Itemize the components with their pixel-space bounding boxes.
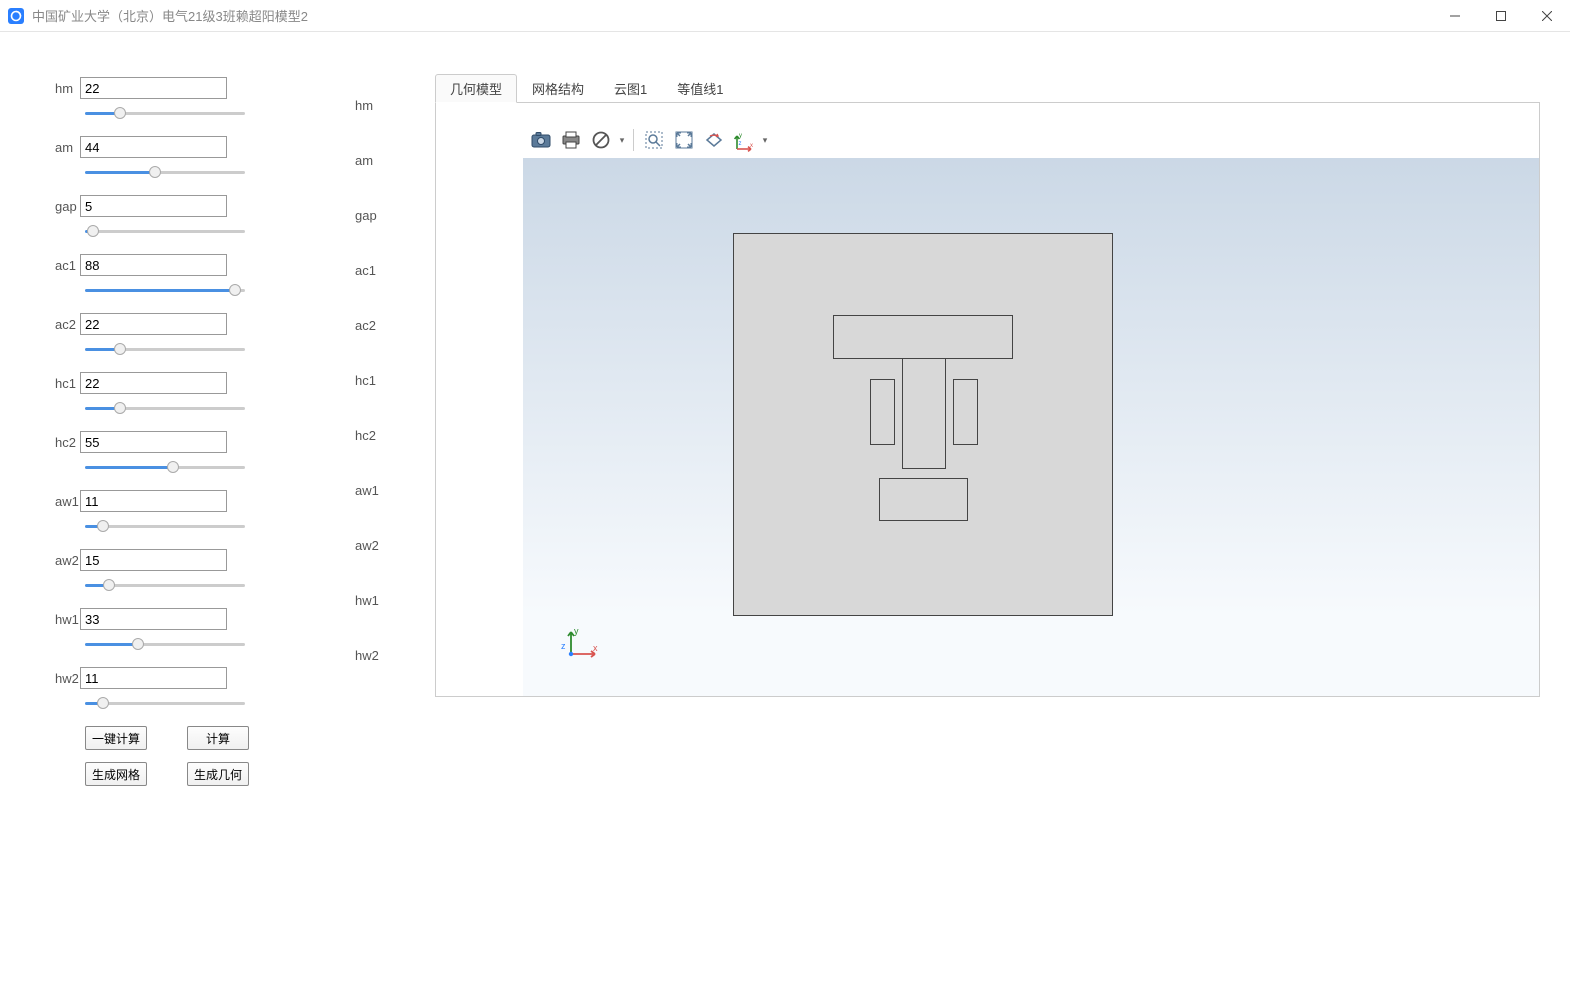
viewer-frame: ▾ y z x bbox=[435, 102, 1540, 697]
param-slider-am[interactable] bbox=[85, 163, 245, 181]
param-slider-hc2[interactable] bbox=[85, 458, 245, 476]
tab-0[interactable]: 几何模型 bbox=[435, 74, 517, 103]
param-input-aw2[interactable] bbox=[80, 549, 227, 571]
param-row-aw2: aw2 bbox=[85, 549, 335, 571]
dropdown-arrow-icon[interactable]: ▾ bbox=[617, 135, 627, 146]
viewer-toolbar: ▾ y z x bbox=[521, 123, 1539, 157]
param-label-hc1: hc1 bbox=[55, 376, 80, 391]
param-label-gap: gap bbox=[55, 199, 80, 214]
close-button[interactable] bbox=[1524, 0, 1570, 32]
svg-text:x: x bbox=[593, 643, 598, 653]
param-slider-hw1[interactable] bbox=[85, 635, 245, 653]
axis-triad-icon: y x z bbox=[561, 624, 601, 664]
param-slider-ac2[interactable] bbox=[85, 340, 245, 358]
param-slider-hc1[interactable] bbox=[85, 399, 245, 417]
label-column: hmamgapac1ac2hc1hc2aw1aw2hw1hw2 bbox=[355, 32, 435, 1007]
fit-view-icon[interactable] bbox=[670, 126, 698, 154]
param-row-hm: hm bbox=[85, 77, 335, 99]
param-readout-label-ac1: ac1 bbox=[355, 242, 435, 297]
param-readout-label-hw1: hw1 bbox=[355, 572, 435, 627]
one-key-calc-button[interactable]: 一键计算 bbox=[85, 726, 147, 750]
param-row-ac2: ac2 bbox=[85, 313, 335, 335]
calc-button[interactable]: 计算 bbox=[187, 726, 249, 750]
camera-icon[interactable] bbox=[527, 126, 555, 154]
disable-icon[interactable] bbox=[587, 126, 615, 154]
tabs: 几何模型网格结构云图1等值线1 bbox=[435, 77, 1540, 103]
minimize-button[interactable] bbox=[1432, 0, 1478, 32]
param-readout-label-hc2: hc2 bbox=[355, 407, 435, 462]
param-label-aw1: aw1 bbox=[55, 494, 80, 509]
zoom-area-icon[interactable] bbox=[640, 126, 668, 154]
maximize-button[interactable] bbox=[1478, 0, 1524, 32]
param-label-hw2: hw2 bbox=[55, 671, 80, 686]
outer-boundary bbox=[733, 233, 1113, 616]
param-input-hm[interactable] bbox=[80, 77, 227, 99]
parameter-panel: hmamgapac1ac2hc1hc2aw1aw2hw1hw2 一键计算 计算 … bbox=[0, 32, 355, 1007]
param-row-am: am bbox=[85, 136, 335, 158]
window-title: 中国矿业大学（北京）电气21级3班赖超阳模型2 bbox=[32, 6, 1432, 25]
gen-geom-button[interactable]: 生成几何 bbox=[187, 762, 249, 786]
param-slider-aw2[interactable] bbox=[85, 576, 245, 594]
param-input-gap[interactable] bbox=[80, 195, 227, 217]
param-slider-ac1[interactable] bbox=[85, 281, 245, 299]
param-row-hw2: hw2 bbox=[85, 667, 335, 689]
param-readout-label-gap: gap bbox=[355, 187, 435, 242]
gen-mesh-button[interactable]: 生成网格 bbox=[85, 762, 147, 786]
param-input-ac1[interactable] bbox=[80, 254, 227, 276]
param-slider-hm[interactable] bbox=[85, 104, 245, 122]
param-label-hc2: hc2 bbox=[55, 435, 80, 450]
param-row-hc1: hc1 bbox=[85, 372, 335, 394]
param-input-hc1[interactable] bbox=[80, 372, 227, 394]
param-readout-label-am: am bbox=[355, 132, 435, 187]
param-readout-label-ac2: ac2 bbox=[355, 297, 435, 352]
geom-left-coil bbox=[870, 379, 895, 445]
param-input-hc2[interactable] bbox=[80, 431, 227, 453]
geom-stem bbox=[902, 359, 946, 469]
param-label-ac1: ac1 bbox=[55, 258, 80, 273]
param-input-ac2[interactable] bbox=[80, 313, 227, 335]
svg-text:y: y bbox=[739, 133, 742, 139]
param-label-aw2: aw2 bbox=[55, 553, 80, 568]
param-readout-label-hw2: hw2 bbox=[355, 627, 435, 682]
param-slider-gap[interactable] bbox=[85, 222, 245, 240]
svg-text:y: y bbox=[574, 626, 579, 636]
param-row-aw1: aw1 bbox=[85, 490, 335, 512]
param-slider-aw1[interactable] bbox=[85, 517, 245, 535]
geom-top-bar bbox=[833, 315, 1013, 359]
dropdown-arrow-icon[interactable]: ▾ bbox=[760, 135, 770, 146]
param-label-ac2: ac2 bbox=[55, 317, 80, 332]
geom-bottom-magnet bbox=[879, 478, 968, 521]
param-readout-label-aw2: aw2 bbox=[355, 517, 435, 572]
tab-1[interactable]: 网格结构 bbox=[517, 74, 599, 103]
param-label-hw1: hw1 bbox=[55, 612, 80, 627]
param-input-hw2[interactable] bbox=[80, 667, 227, 689]
tab-2[interactable]: 云图1 bbox=[599, 74, 662, 103]
geom-right-coil bbox=[953, 379, 978, 445]
param-label-hm: hm bbox=[55, 81, 80, 96]
param-row-ac1: ac1 bbox=[85, 254, 335, 276]
param-row-hc2: hc2 bbox=[85, 431, 335, 453]
geometry-canvas[interactable]: y x z bbox=[523, 158, 1539, 696]
print-icon[interactable] bbox=[557, 126, 585, 154]
param-slider-hw2[interactable] bbox=[85, 694, 245, 712]
param-input-hw1[interactable] bbox=[80, 608, 227, 630]
param-input-aw1[interactable] bbox=[80, 490, 227, 512]
rotate-view-icon[interactable] bbox=[700, 126, 728, 154]
param-input-am[interactable] bbox=[80, 136, 227, 158]
tab-3[interactable]: 等值线1 bbox=[662, 74, 738, 103]
go-home-axis-icon[interactable]: y z x bbox=[730, 126, 758, 154]
param-readout-label-aw1: aw1 bbox=[355, 462, 435, 517]
param-label-am: am bbox=[55, 140, 80, 155]
svg-text:x: x bbox=[750, 143, 753, 149]
main-area: 几何模型网格结构云图1等值线1 ▾ bbox=[435, 32, 1570, 1007]
param-row-hw1: hw1 bbox=[85, 608, 335, 630]
param-readout-label-hc1: hc1 bbox=[355, 352, 435, 407]
separator bbox=[633, 129, 634, 151]
param-readout-label-hm: hm bbox=[355, 77, 435, 132]
titlebar: 中国矿业大学（北京）电气21级3班赖超阳模型2 bbox=[0, 0, 1570, 32]
app-icon bbox=[8, 8, 24, 24]
svg-text:z: z bbox=[739, 141, 742, 147]
param-row-gap: gap bbox=[85, 195, 335, 217]
svg-text:z: z bbox=[561, 641, 566, 651]
